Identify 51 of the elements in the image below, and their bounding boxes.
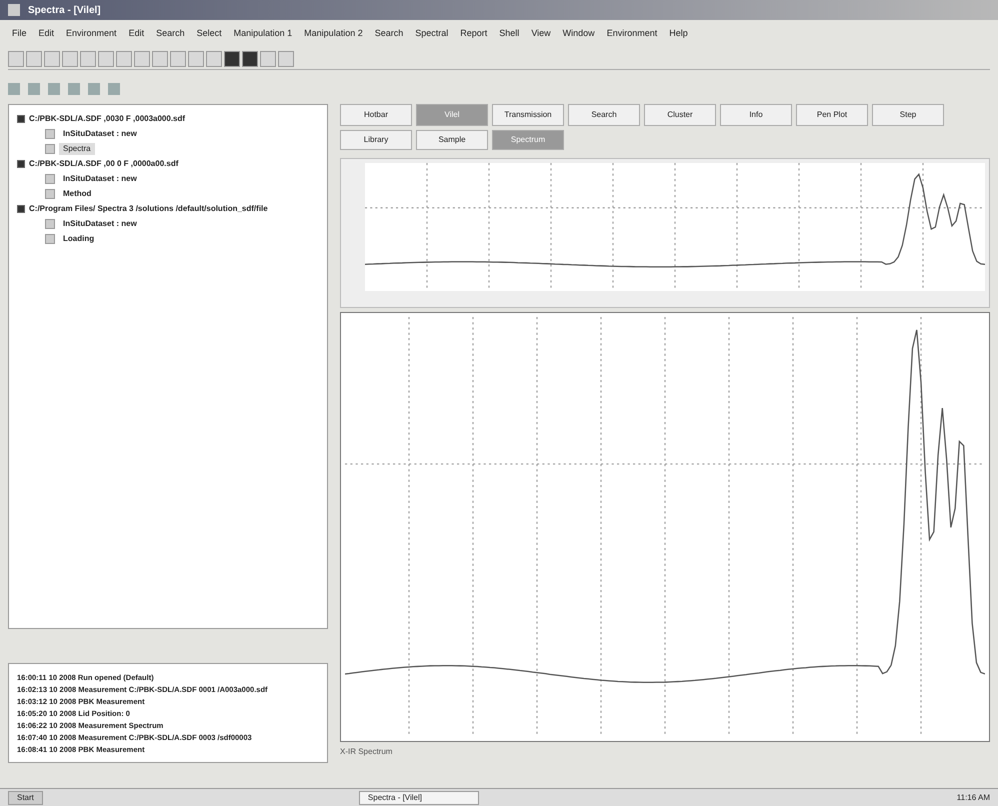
menu-item[interactable]: Help [669,27,688,41]
tree-item[interactable]: C:/PBK-SDL/A.SDF ,00 0 F ,0000a00.sdf [29,158,178,170]
expander-icon[interactable] [17,160,25,168]
node-icon [45,129,55,139]
node-icon [45,144,55,154]
tab[interactable]: Info [720,104,792,126]
tree-item[interactable]: InSituDataset : new [59,218,141,230]
menu-item[interactable]: Report [460,27,488,41]
menu-item[interactable]: Select [196,27,222,41]
menu-item[interactable]: Edit [128,27,144,41]
node-icon [45,189,55,199]
menu-item[interactable]: Manipulation 2 [304,27,363,41]
node-icon [45,219,55,229]
menu-item[interactable]: Shell [499,27,520,41]
node-icon [45,234,55,244]
tree-item[interactable]: C:/Program Files/ Spectra 3 /solutions /default/solution_sdf/file [29,203,268,215]
tree-item[interactable]: C:/PBK-SDL/A.SDF ,0030 F ,0003a000.sdf [29,113,186,125]
start-button[interactable]: Start [8,790,43,804]
taskbar-task[interactable]: Spectra - [Vilel] [358,790,479,804]
window-title: Spectra - [Vilel] [28,4,101,18]
toolbar-icon[interactable] [242,50,258,66]
menu-item[interactable]: Environment [606,27,658,41]
menu-item[interactable]: View [531,27,551,41]
axis-caption: X-IR Spectrum [340,746,394,758]
toolbar-icon[interactable] [224,50,240,66]
menu-item[interactable]: Window [562,27,595,41]
tab[interactable]: Hotbar [340,104,412,126]
menu-item[interactable]: Spectral [415,27,448,41]
menu-item[interactable]: Edit [38,27,54,41]
node-icon [45,174,55,184]
tab[interactable]: Cluster [644,104,716,126]
tab[interactable]: Pen Plot [796,104,868,126]
menu-item[interactable]: Manipulation 1 [234,27,292,41]
tree-item[interactable]: Spectra [59,143,95,155]
menu-item[interactable]: Search [374,27,404,41]
app-icon [8,4,20,16]
tree-item[interactable]: Method [59,188,96,200]
tab[interactable]: Transmission [492,104,564,126]
expander-icon[interactable] [17,205,25,213]
menu-item[interactable]: File [12,27,27,41]
menu-item[interactable]: Search [156,27,185,41]
tree-item[interactable]: Loading [59,233,98,245]
tab[interactable]: Search [568,104,640,126]
menu-item[interactable]: Environment [66,27,117,41]
tab[interactable]: Step [872,104,944,126]
tab[interactable]: Sample [416,130,488,150]
tab[interactable]: Library [340,130,412,150]
clock: 11:16 AM [956,792,990,804]
tree-item[interactable]: InSituDataset : new [59,128,141,140]
tree-item[interactable]: InSituDataset : new [59,173,141,185]
expander-icon[interactable] [17,115,25,123]
